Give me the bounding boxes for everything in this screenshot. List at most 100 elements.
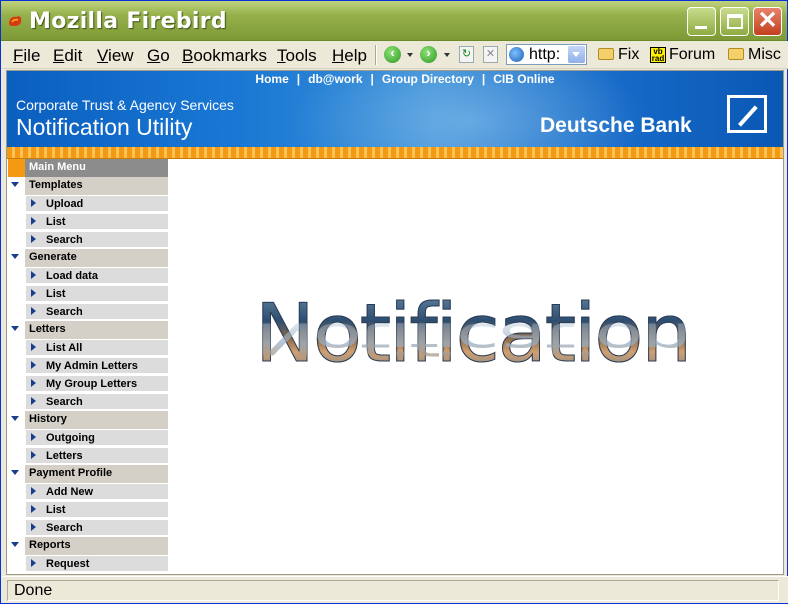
section-label: Templates bbox=[29, 179, 83, 191]
expand-triangle-icon[interactable] bbox=[11, 254, 19, 259]
maximize-button[interactable] bbox=[720, 7, 749, 36]
deutsche-bank-logo-icon bbox=[727, 95, 767, 133]
menu-item-my-admin-letters[interactable]: My Admin Letters bbox=[8, 357, 168, 375]
arrow-right-icon bbox=[31, 361, 36, 369]
menu-item-label: Outgoing bbox=[46, 432, 95, 444]
menu-item-search[interactable]: Search bbox=[8, 393, 168, 411]
menu-section-history[interactable]: History bbox=[8, 411, 168, 429]
menu-item-upload[interactable]: Upload bbox=[8, 195, 168, 213]
section-label: Generate bbox=[29, 251, 77, 263]
arrow-right-icon bbox=[31, 397, 36, 405]
expand-triangle-icon[interactable] bbox=[11, 326, 19, 331]
menu-go[interactable]: Go bbox=[147, 46, 170, 66]
menu-item-outgoing[interactable]: Outgoing bbox=[8, 429, 168, 447]
url-dropdown-button[interactable] bbox=[568, 46, 585, 63]
menu-bar: File Edit View Go Bookmarks Tools Help ‹… bbox=[2, 41, 788, 69]
close-button[interactable]: ✕ bbox=[753, 7, 782, 36]
reload-button[interactable]: ↻ bbox=[459, 46, 474, 63]
forward-dropdown-icon[interactable] bbox=[444, 53, 450, 57]
checker-strip bbox=[7, 147, 783, 159]
reload-icon: ↻ bbox=[461, 48, 472, 60]
arrow-right-icon bbox=[31, 307, 36, 315]
menu-item-label: Add New bbox=[46, 486, 94, 498]
section-label: Reports bbox=[29, 539, 71, 551]
menu-item-search[interactable]: Search bbox=[8, 519, 168, 537]
page-title: Notification Utility bbox=[16, 114, 193, 140]
menu-section-templates[interactable]: Templates bbox=[8, 177, 168, 195]
back-button[interactable]: ‹ bbox=[384, 45, 401, 63]
menu-item-label: Upload bbox=[46, 198, 84, 210]
link-separator: | bbox=[370, 72, 374, 86]
arrow-right-icon bbox=[31, 505, 36, 513]
link-cib-online[interactable]: CIB Online bbox=[493, 72, 554, 86]
forward-button[interactable]: › bbox=[420, 45, 437, 63]
minimize-icon bbox=[695, 26, 707, 29]
url-bar[interactable]: http: bbox=[506, 44, 587, 65]
page-viewport[interactable]: Home | db@work | Group Directory | CIB Online … bbox=[6, 70, 784, 575]
arrow-right-icon bbox=[31, 271, 36, 279]
menu-item-label: Request bbox=[46, 558, 90, 570]
bookmark-misc[interactable]: Misc bbox=[728, 46, 781, 64]
url-input[interactable]: http: bbox=[529, 46, 560, 64]
expand-triangle-icon[interactable] bbox=[11, 542, 19, 547]
menu-item-load-data[interactable]: Load data bbox=[8, 267, 168, 285]
bookmark-forum[interactable]: vb rad Forum bbox=[650, 46, 715, 64]
banner-nav-links: Home | db@work | Group Directory | CIB Online bbox=[7, 72, 783, 86]
menu-item-label: List All bbox=[46, 342, 83, 354]
menu-section-payment-profile[interactable]: Payment Profile bbox=[8, 465, 168, 483]
menu-item-label: List bbox=[46, 504, 66, 516]
menu-view[interactable]: View bbox=[97, 46, 134, 66]
notification-logo-reflection: Notification bbox=[255, 312, 691, 365]
menu-bookmarks[interactable]: Bookmarks bbox=[182, 46, 267, 66]
title-bar[interactable]: Mozilla Firebird ✕ bbox=[1, 1, 787, 41]
browser-window: Mozilla Firebird ✕ File Edit View Go Boo… bbox=[0, 0, 788, 604]
menu-item-label: Load data bbox=[46, 270, 98, 282]
status-bar: Done bbox=[2, 576, 788, 603]
menu-item-letters[interactable]: Letters bbox=[8, 447, 168, 465]
main-menu-sidebar: Main Menu Templates Upload List Search Gener… bbox=[8, 159, 168, 573]
link-group-directory[interactable]: Group Directory bbox=[382, 72, 474, 86]
menu-file[interactable]: File bbox=[13, 46, 40, 66]
menu-item-search[interactable]: Search bbox=[8, 231, 168, 249]
link-separator: | bbox=[296, 72, 301, 86]
link-db-at-work[interactable]: db@work bbox=[308, 72, 362, 86]
firebird-icon bbox=[9, 16, 22, 26]
menu-help[interactable]: Help bbox=[332, 46, 367, 66]
arrow-right-icon bbox=[31, 343, 36, 351]
link-home[interactable]: Home bbox=[255, 72, 288, 86]
expand-triangle-icon[interactable] bbox=[11, 470, 19, 475]
menu-item-label: List bbox=[46, 288, 66, 300]
folder-icon bbox=[598, 48, 614, 60]
menu-item-list[interactable]: List bbox=[8, 285, 168, 303]
menu-item-label: Search bbox=[46, 234, 83, 246]
arrow-right-icon bbox=[31, 199, 36, 207]
stop-button[interactable]: ✕ bbox=[483, 46, 498, 63]
menu-item-request[interactable]: Request bbox=[8, 555, 168, 573]
bookmark-fix[interactable]: Fix bbox=[598, 46, 639, 64]
menu-item-list-all[interactable]: List All bbox=[8, 339, 168, 357]
section-label: History bbox=[29, 413, 67, 425]
menu-item-label: Search bbox=[46, 306, 83, 318]
expand-triangle-icon[interactable] bbox=[11, 416, 19, 421]
menu-item-add-new[interactable]: Add New bbox=[8, 483, 168, 501]
menu-edit[interactable]: Edit bbox=[53, 46, 82, 66]
back-dropdown-icon[interactable] bbox=[407, 53, 413, 57]
menu-section-reports[interactable]: Reports bbox=[8, 537, 168, 555]
minimize-button[interactable] bbox=[687, 7, 716, 36]
menu-section-letters[interactable]: Letters bbox=[8, 321, 168, 339]
status-text: Done bbox=[7, 580, 779, 601]
menu-item-list[interactable]: List bbox=[8, 501, 168, 519]
menu-item-list[interactable]: List bbox=[8, 213, 168, 231]
bank-name: Deutsche Bank bbox=[540, 114, 692, 137]
menu-item-my-group-letters[interactable]: My Group Letters bbox=[8, 375, 168, 393]
main-menu-header: Main Menu bbox=[8, 159, 168, 177]
menu-section-generate[interactable]: Generate bbox=[8, 249, 168, 267]
arrow-right-icon bbox=[31, 379, 36, 387]
menu-item-search[interactable]: Search bbox=[8, 303, 168, 321]
back-arrow-icon: ‹ bbox=[390, 45, 395, 60]
expand-triangle-icon[interactable] bbox=[11, 182, 19, 187]
toolbar-separator bbox=[375, 45, 377, 65]
arrow-right-icon bbox=[31, 235, 36, 243]
arrow-right-icon bbox=[31, 451, 36, 459]
menu-tools[interactable]: Tools bbox=[277, 46, 317, 66]
